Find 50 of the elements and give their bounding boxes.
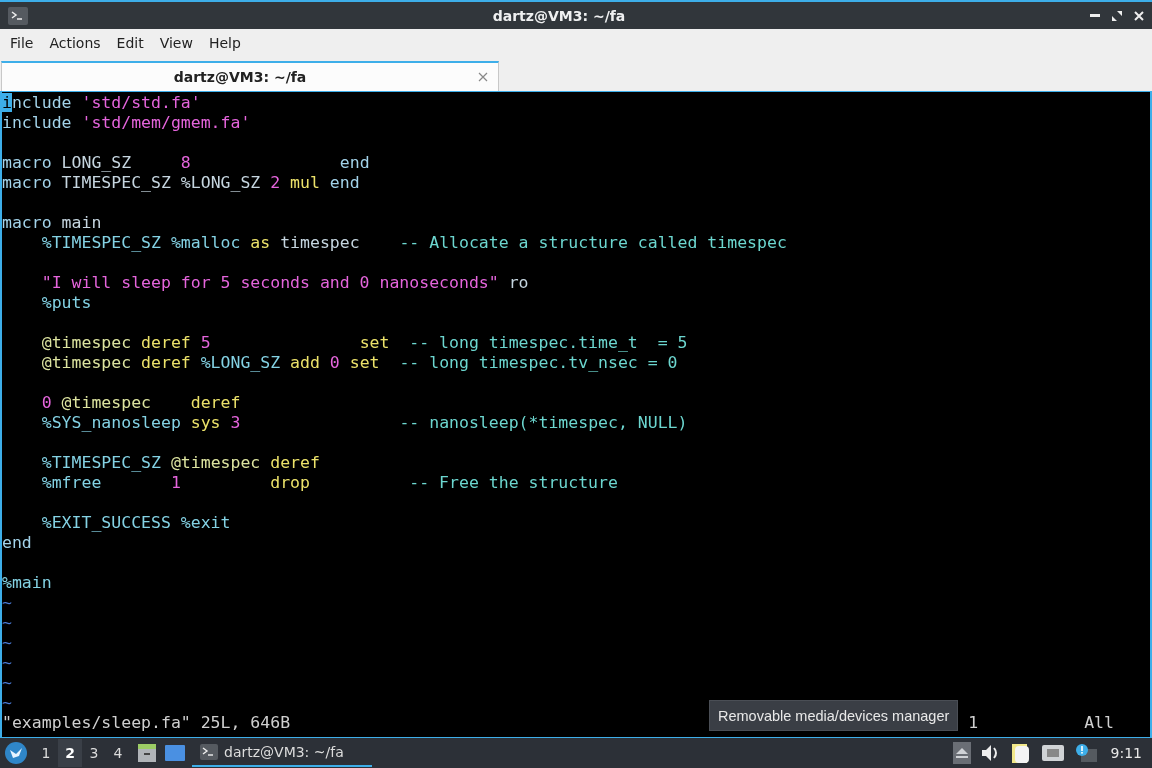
code-line: include 'std/std.fa' bbox=[2, 93, 201, 112]
empty-line-marker: ~ bbox=[2, 673, 12, 692]
code-line: %TIMESPEC_SZ %malloc as timespec -- Allocate a structure called timespec bbox=[40, 233, 787, 252]
code-line: @timespec deref %LONG_SZ add 0 set -- long timespec.tv_nsec = 0 bbox=[40, 353, 678, 372]
code-line: end bbox=[2, 533, 32, 552]
network-icon[interactable] bbox=[1040, 744, 1065, 762]
eject-icon[interactable] bbox=[952, 742, 971, 764]
terminal-icon bbox=[8, 6, 28, 25]
code-line: %puts bbox=[40, 293, 92, 312]
terminal-tab[interactable]: dartz@VM3: ~/fa bbox=[1, 61, 499, 91]
code-line: "I will sleep for 5 seconds and 0 nanoseconds" ro bbox=[40, 273, 529, 292]
window-title: dartz@VM3: ~/fa bbox=[491, 7, 627, 24]
code-line: %mfree 1 drop -- Free the structure bbox=[40, 473, 618, 492]
empty-line-marker: ~ bbox=[2, 653, 12, 672]
menu-item[interactable]: Edit bbox=[108, 31, 152, 55]
code-line: 0 @timespec deref bbox=[40, 393, 241, 412]
maximize-icon[interactable] bbox=[1112, 10, 1122, 21]
clock: 9:11 bbox=[1110, 745, 1142, 761]
status-message: "examples/sleep.fa" 25L, 646B bbox=[2, 713, 291, 732]
desktop-icon[interactable] bbox=[164, 743, 186, 763]
code-line: macro TIMESPEC_SZ %LONG_SZ 2 mul end bbox=[2, 173, 360, 192]
menu-item[interactable]: File bbox=[2, 31, 42, 55]
empty-line-marker: ~ bbox=[2, 613, 12, 632]
code-line: %TIMESPEC_SZ @timespec deref bbox=[40, 453, 320, 472]
code-line: macro main bbox=[2, 213, 102, 232]
terminal-icon bbox=[200, 744, 218, 760]
start-menu-icon[interactable] bbox=[4, 741, 28, 765]
empty-line-marker: ~ bbox=[2, 593, 12, 612]
scroll-position: All bbox=[1084, 713, 1114, 733]
file-cabinet-icon[interactable] bbox=[136, 742, 158, 764]
desktop-switcher[interactable]: 4 bbox=[106, 739, 130, 767]
cursor-position: 1 bbox=[968, 713, 979, 733]
code-line: macro LONG_SZ 8 end bbox=[2, 153, 370, 172]
menu-item[interactable]: View bbox=[151, 31, 201, 55]
menu-item[interactable]: Help bbox=[200, 31, 249, 55]
code-line: %SYS_nanosleep sys 3 -- nanosleep(*timespec, NULL) bbox=[40, 413, 688, 432]
taskbar-task[interactable]: dartz@VM3: ~/fa bbox=[192, 739, 372, 767]
desktop-switcher[interactable]: 3 bbox=[82, 739, 106, 767]
code-line: %main bbox=[2, 573, 52, 592]
code-line: %EXIT_SUCCESS %exit bbox=[40, 513, 231, 532]
menu-item[interactable]: Actions bbox=[41, 31, 109, 55]
desktop-switcher[interactable]: 1 bbox=[34, 739, 58, 767]
clipboard-icon[interactable] bbox=[1010, 742, 1031, 764]
code-line: include 'std/mem/gmem.fa' bbox=[2, 113, 251, 132]
empty-line-marker: ~ bbox=[2, 633, 12, 652]
empty-line-marker: ~ bbox=[2, 693, 12, 712]
notification-icon[interactable] bbox=[1074, 743, 1097, 763]
code-line: @timespec deref 5 set -- long timespec.time_t = 5 bbox=[40, 333, 688, 352]
tooltip: Removable media/devices manager bbox=[709, 700, 959, 731]
desktop-switcher[interactable]: 2 bbox=[58, 739, 82, 767]
